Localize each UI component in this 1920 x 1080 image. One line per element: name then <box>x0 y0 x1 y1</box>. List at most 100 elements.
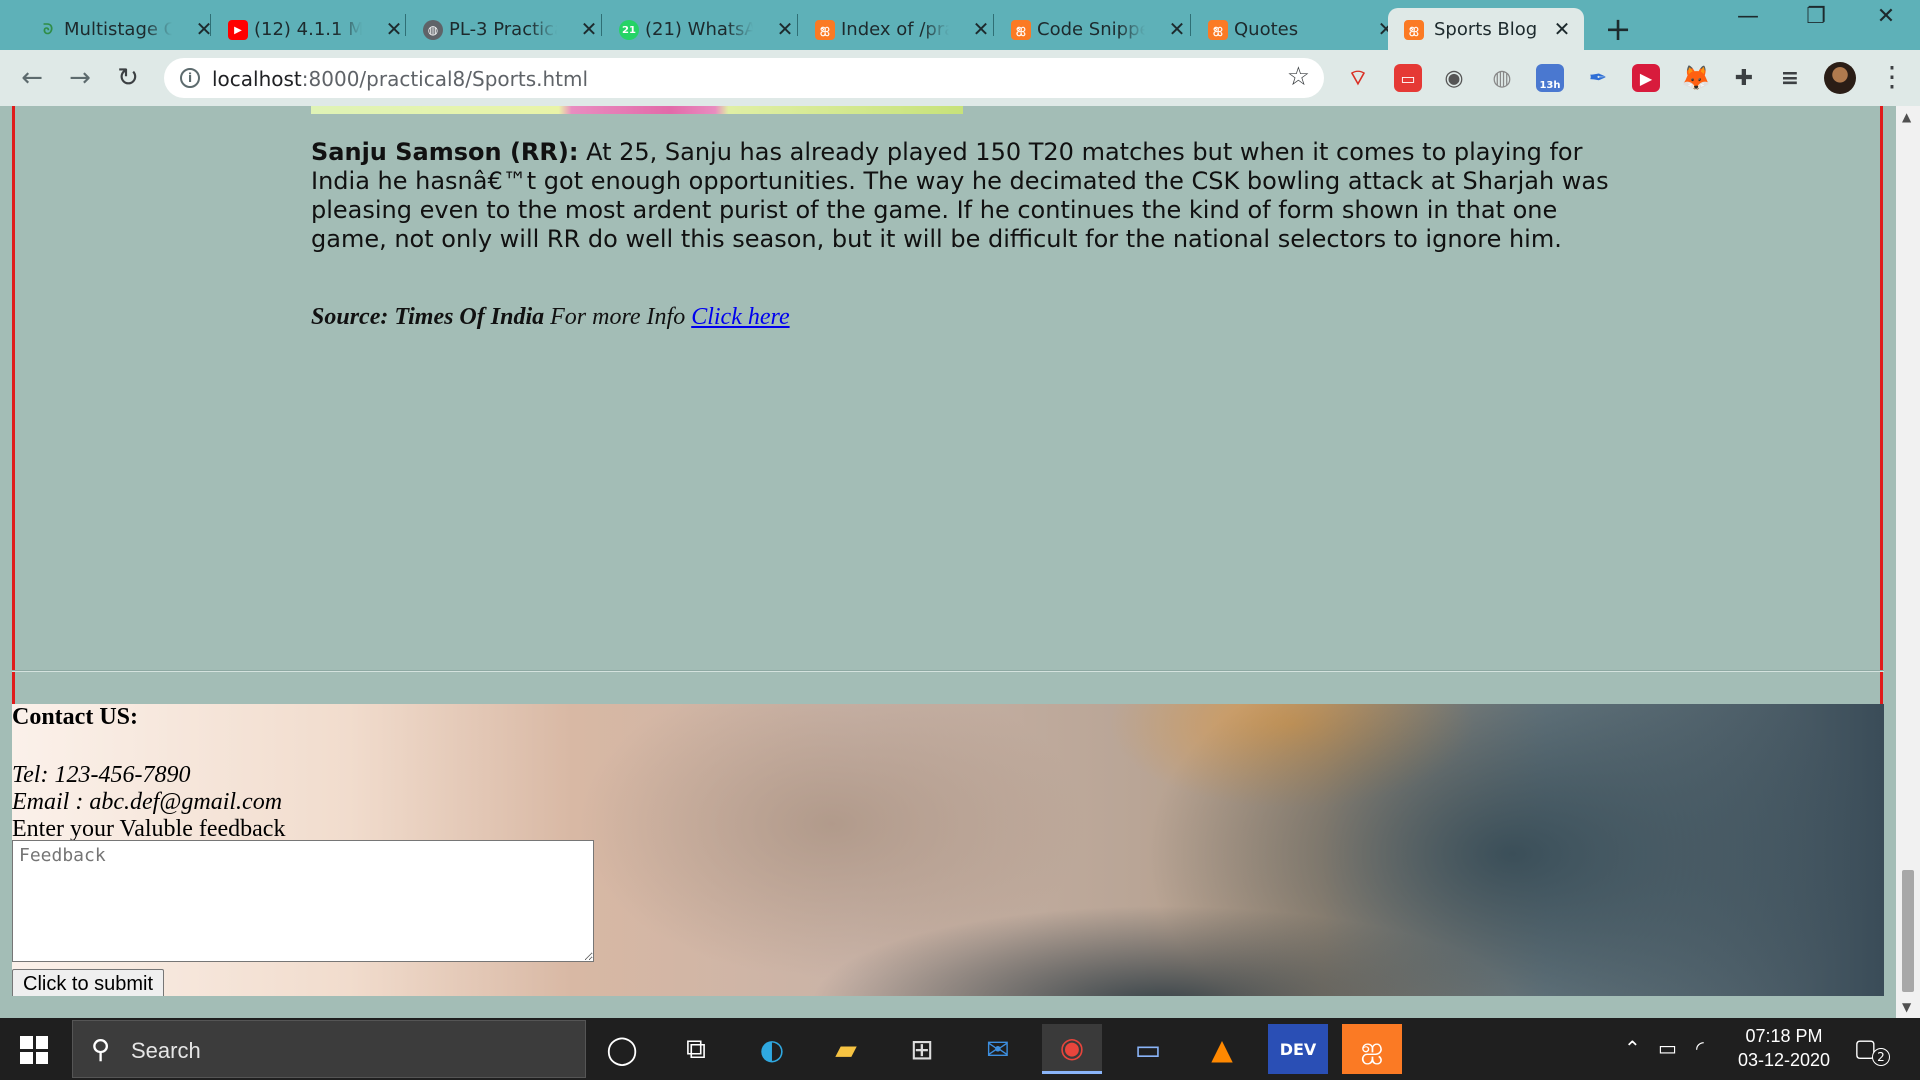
feather-extension-icon[interactable]: ✒ <box>1584 64 1612 92</box>
xampp-icon: ஐ <box>1208 20 1228 40</box>
tab-separator <box>210 14 211 36</box>
article-source: Source: Times Of India For more Info Cli… <box>311 304 790 331</box>
close-icon[interactable]: ✕ <box>773 17 797 41</box>
tab-separator <box>993 14 994 36</box>
feedback-prompt: Enter your Valuble feedback <box>12 816 286 842</box>
globe-icon: ◍ <box>423 20 443 40</box>
youtube-icon: ▶ <box>228 20 248 40</box>
more-info-link[interactable]: Click here <box>691 304 789 330</box>
devcpp-icon[interactable]: DEV <box>1268 1024 1328 1074</box>
tab-title: Index of /pra <box>841 18 949 40</box>
tab-youtube[interactable]: ▶ (12) 4.1.1 M ✕ <box>228 8 402 50</box>
close-icon[interactable]: ✕ <box>1550 17 1574 41</box>
puzzle-icon[interactable]: ✚ <box>1730 64 1758 92</box>
windows-taskbar: ⚲ Search ◯ ⧉ ◐ ▰ ⊞ ✉ ◉ ▭ ▲ DEV ஐ ⌃ ▭ ◜ 0… <box>0 1018 1920 1080</box>
file-explorer-icon[interactable]: ▰ <box>816 1024 876 1074</box>
more-info-text: For more Info <box>544 304 692 330</box>
bookmark-star-icon[interactable]: ☆ <box>1287 62 1310 92</box>
tab-multistage[interactable]: ᘐ Multistage C ✕ <box>38 8 212 50</box>
play-extension-icon[interactable]: ▶ <box>1632 64 1660 92</box>
wifi-icon[interactable]: ◜ <box>1696 1036 1704 1060</box>
red-extension-icon[interactable]: ▭ <box>1394 64 1422 92</box>
restore-button[interactable]: ❐ <box>1796 4 1836 29</box>
fox-extension-icon[interactable]: 🦊 <box>1681 64 1711 92</box>
tab-title: (12) 4.1.1 M <box>254 18 362 40</box>
url-host: localhost <box>212 67 302 91</box>
wifi-extension-icon[interactable]: ⌔ <box>1344 64 1372 92</box>
tab-title: Quotes <box>1234 18 1299 40</box>
new-tab-button[interactable]: + <box>1602 10 1634 48</box>
windows-start-icon[interactable] <box>20 1036 48 1064</box>
chrome-icon[interactable]: ◉ <box>1042 1024 1102 1074</box>
submit-button[interactable]: Click to submit <box>12 969 165 996</box>
xampp-icon: ஐ <box>1011 20 1031 40</box>
browser-toolbar: ← → ↻ i localhost:8000/practical8/Sports… <box>0 50 1920 106</box>
store-icon[interactable]: ⊞ <box>892 1024 952 1074</box>
taskbar-search-text: Search <box>131 1038 201 1063</box>
tab-code-snippets[interactable]: ஐ Code Snippe ✕ <box>1011 8 1185 50</box>
page-scrollbar[interactable]: ▲ ▼ <box>1896 106 1920 1018</box>
system-clock[interactable]: 07:18 PM 03-12-2020 <box>1724 1024 1844 1072</box>
tab-pl3-practical[interactable]: ◍ PL-3 Practica ✕ <box>423 8 597 50</box>
horizontal-rule <box>12 670 1884 672</box>
globe-extension-icon[interactable]: ◍ <box>1488 64 1516 92</box>
address-bar[interactable]: i localhost:8000/practical8/Sports.html … <box>164 58 1324 98</box>
vlc-icon[interactable]: ▲ <box>1192 1024 1252 1074</box>
tab-index-of[interactable]: ஐ Index of /pra ✕ <box>815 8 989 50</box>
site-info-icon[interactable]: i <box>180 68 200 88</box>
forward-button[interactable]: → <box>64 62 96 94</box>
close-icon[interactable]: ✕ <box>192 17 216 41</box>
taskbar-search-box[interactable]: ⚲ Search <box>72 1020 586 1078</box>
task-view-icon[interactable]: ⧉ <box>666 1024 726 1074</box>
source-label: Source: Times Of India <box>311 304 545 330</box>
xampp-taskbar-icon[interactable]: ஐ <box>1342 1024 1402 1074</box>
scroll-down-arrow-icon[interactable]: ▼ <box>1902 1000 1911 1014</box>
tab-title: (21) WhatsA <box>645 18 753 40</box>
article-section: Sanju Samson (RR): At 25, Sanju has alre… <box>12 106 1883 766</box>
close-icon[interactable]: ✕ <box>1165 17 1189 41</box>
whatsapp-icon: 21 <box>619 20 639 40</box>
xampp-icon: ஐ <box>1404 20 1424 40</box>
article-paragraph: Sanju Samson (RR): At 25, Sanju has alre… <box>311 138 1621 254</box>
tab-title: PL-3 Practica <box>449 18 557 40</box>
tray-chevron-icon[interactable]: ⌃ <box>1624 1036 1641 1060</box>
url-text[interactable]: localhost:8000/practical8/Sports.html <box>212 67 588 91</box>
tab-quotes[interactable]: ஐ Quotes ✕ <box>1208 8 1394 50</box>
contact-tel: Tel: 123-456-7890 <box>12 762 191 788</box>
mail-icon[interactable]: ✉ <box>968 1024 1028 1074</box>
scroll-up-arrow-icon[interactable]: ▲ <box>1902 110 1911 124</box>
tab-whatsapp[interactable]: 21 (21) WhatsA ✕ <box>619 8 793 50</box>
contact-heading: Contact US: <box>12 704 138 730</box>
minimize-button[interactable]: — <box>1728 4 1768 29</box>
scroll-thumb[interactable] <box>1902 870 1914 992</box>
tab-title: Multistage C <box>64 18 172 40</box>
close-icon[interactable]: ✕ <box>577 17 601 41</box>
laptop-app-icon[interactable]: ▭ <box>1118 1024 1178 1074</box>
tab-separator <box>405 14 406 36</box>
notification-center-icon[interactable]: ▢ 2 <box>1854 1034 1890 1066</box>
circle-extension-icon[interactable]: ◉ <box>1440 64 1468 92</box>
calendar-badge: 13h <box>1539 79 1561 91</box>
page-viewport: Sanju Samson (RR): At 25, Sanju has alre… <box>0 106 1896 1018</box>
battery-icon[interactable]: ▭ <box>1658 1036 1677 1060</box>
close-window-button[interactable]: ✕ <box>1866 4 1906 29</box>
feedback-textarea[interactable] <box>12 840 594 962</box>
close-icon[interactable]: ✕ <box>382 17 406 41</box>
edge-icon[interactable]: ◐ <box>742 1024 802 1074</box>
close-icon[interactable]: ✕ <box>969 17 993 41</box>
media-queue-icon[interactable]: ≡ <box>1776 64 1804 92</box>
url-path: :8000/practical8/Sports.html <box>301 67 589 91</box>
tab-sports-blog[interactable]: ஐ Sports Blog ✕ <box>1388 8 1584 50</box>
tab-separator <box>601 14 602 36</box>
player-photo <box>311 106 963 114</box>
clock-date: 03-12-2020 <box>1737 1050 1831 1070</box>
reload-button[interactable]: ↻ <box>112 62 144 94</box>
tab-separator <box>797 14 798 36</box>
profile-avatar[interactable] <box>1824 62 1856 94</box>
contact-section: Contact US: Tel: 123-456-7890 Email : ab… <box>12 704 1884 996</box>
cortana-icon[interactable]: ◯ <box>592 1024 652 1074</box>
tab-title: Code Snippe <box>1037 18 1145 40</box>
menu-kebab-icon[interactable]: ⋮ <box>1878 60 1906 93</box>
back-button[interactable]: ← <box>16 62 48 94</box>
calendar-extension-icon[interactable]: 13h <box>1536 64 1564 92</box>
